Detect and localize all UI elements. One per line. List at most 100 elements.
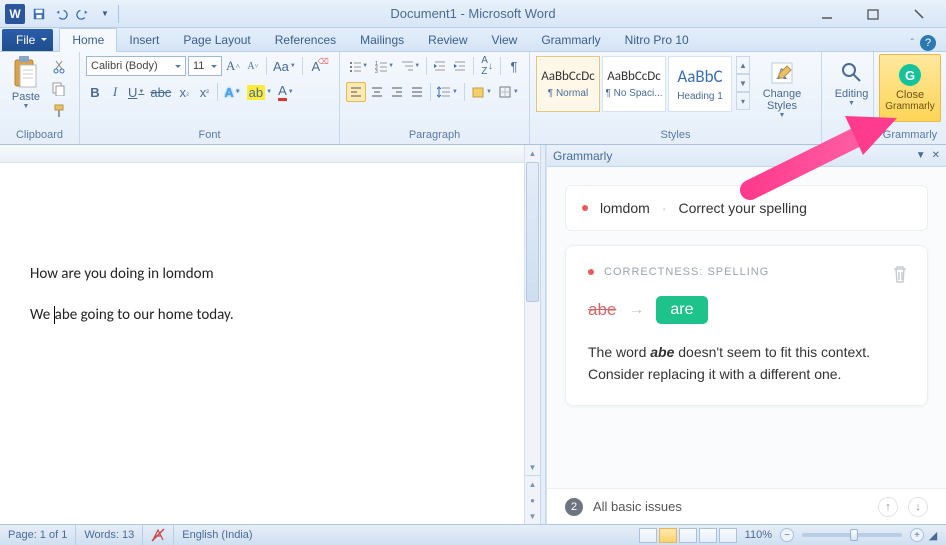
document-paragraph[interactable]: We abe going to our home today. — [30, 304, 494, 327]
issue-card-mini[interactable]: lomdom · Correct your spelling — [565, 185, 928, 231]
gallery-more-icon[interactable]: ▾ — [736, 92, 750, 110]
subscript-icon[interactable]: x₂ — [175, 82, 193, 102]
document-body[interactable]: How are you doing in lomdom We abe going… — [0, 163, 524, 326]
tab-review[interactable]: Review — [416, 29, 479, 51]
scroll-down-icon[interactable]: ▼ — [525, 459, 540, 475]
view-full-screen-icon[interactable] — [659, 528, 677, 543]
zoom-in-icon[interactable]: + — [910, 528, 924, 542]
zoom-out-icon[interactable]: − — [780, 528, 794, 542]
clear-formatting-icon[interactable]: A⌫ — [307, 56, 325, 76]
window-title: Document1 - Microsoft Word — [0, 6, 946, 21]
font-name-combo[interactable]: Calibri (Body) — [86, 56, 186, 76]
line-spacing-icon[interactable]: ▼ — [435, 82, 460, 102]
tab-file[interactable]: File — [2, 29, 53, 51]
grammarly-logo-icon: G — [899, 64, 921, 86]
tab-nitro-pro[interactable]: Nitro Pro 10 — [613, 29, 701, 51]
pane-dropdown-icon[interactable]: ▼ — [916, 150, 926, 161]
bold-icon[interactable]: B — [86, 82, 104, 102]
vertical-scrollbar[interactable]: ▲ ▼ ▲ ● ▼ — [524, 145, 540, 524]
sort-icon[interactable]: AZ↓ — [478, 56, 496, 76]
status-proofing[interactable] — [143, 525, 174, 545]
justify-icon[interactable] — [408, 82, 426, 102]
editing-button[interactable]: Editing ▼ — [835, 56, 869, 107]
bullets-icon[interactable]: ▼ — [346, 56, 370, 76]
paste-label: Paste — [12, 91, 40, 103]
browse-object-icon[interactable]: ● — [525, 492, 540, 508]
word-app-icon[interactable]: W — [5, 4, 25, 24]
zoom-slider[interactable] — [802, 533, 902, 537]
zoom-level[interactable]: 110% — [745, 529, 772, 541]
status-language[interactable]: English (India) — [174, 525, 260, 545]
decrease-indent-icon[interactable] — [431, 56, 449, 76]
tab-home[interactable]: Home — [59, 28, 117, 52]
tab-references[interactable]: References — [263, 29, 348, 51]
gallery-down-icon[interactable]: ▼ — [736, 74, 750, 92]
view-web-layout-icon[interactable] — [679, 528, 697, 543]
prev-page-icon[interactable]: ▲ — [525, 476, 540, 492]
multilevel-list-icon[interactable]: ▼ — [398, 56, 422, 76]
underline-icon[interactable]: U▼ — [126, 82, 146, 102]
undo-icon[interactable] — [50, 3, 72, 25]
text-effects-icon[interactable]: A▼ — [222, 82, 242, 102]
cut-icon[interactable] — [50, 58, 68, 76]
numbering-icon[interactable]: 123▼ — [372, 56, 396, 76]
horizontal-ruler[interactable] — [0, 145, 524, 163]
view-outline-icon[interactable] — [699, 528, 717, 543]
align-center-icon[interactable] — [368, 82, 386, 102]
close-grammarly-button[interactable]: G Close Grammarly — [879, 54, 941, 122]
tab-grammarly[interactable]: Grammarly — [529, 29, 612, 51]
zoom-slider-knob[interactable] — [850, 529, 858, 541]
change-case-icon[interactable]: Aa▼ — [271, 56, 298, 76]
resize-grip-icon[interactable]: ◢ — [926, 529, 940, 542]
maximize-button[interactable] — [860, 4, 886, 24]
paste-button[interactable]: Paste ▼ — [6, 56, 46, 110]
tab-insert[interactable]: Insert — [117, 29, 171, 51]
qat-customize-icon[interactable]: ▼ — [94, 3, 116, 25]
gallery-up-icon[interactable]: ▲ — [736, 56, 750, 74]
suggestion-button[interactable]: are — [656, 296, 707, 324]
redo-icon[interactable] — [72, 3, 94, 25]
pane-close-icon[interactable]: ✕ — [932, 150, 940, 161]
scroll-up-icon[interactable]: ▲ — [525, 145, 540, 161]
document-area[interactable]: How are you doing in lomdom We abe going… — [0, 145, 524, 524]
close-button[interactable] — [906, 4, 932, 24]
format-painter-icon[interactable] — [50, 102, 68, 120]
style-normal[interactable]: AaBbCcDc ¶ Normal — [536, 56, 600, 112]
increase-indent-icon[interactable] — [451, 56, 469, 76]
copy-icon[interactable] — [50, 80, 68, 98]
style-no-spacing[interactable]: AaBbCcDc ¶ No Spaci... — [602, 56, 666, 112]
tab-view[interactable]: View — [480, 29, 530, 51]
scroll-down-icon[interactable]: ↓ — [908, 497, 928, 517]
tab-mailings[interactable]: Mailings — [348, 29, 416, 51]
status-page[interactable]: Page: 1 of 1 — [0, 525, 76, 545]
dismiss-issue-icon[interactable] — [891, 264, 909, 287]
style-heading-1[interactable]: AaBbC Heading 1 — [668, 56, 732, 112]
next-page-icon[interactable]: ▼ — [525, 508, 540, 524]
shading-icon[interactable]: ▼ — [469, 82, 494, 102]
document-paragraph[interactable]: How are you doing in lomdom — [30, 263, 494, 286]
highlight-icon[interactable]: ab▼ — [245, 82, 274, 102]
tab-page-layout[interactable]: Page Layout — [171, 29, 262, 51]
shrink-font-icon[interactable]: A˅ — [244, 56, 262, 76]
superscript-icon[interactable]: x² — [195, 82, 213, 102]
strikethrough-icon[interactable]: abc — [148, 82, 173, 102]
save-icon[interactable] — [28, 3, 50, 25]
status-words[interactable]: Words: 13 — [76, 525, 143, 545]
scrollbar-track[interactable] — [525, 303, 540, 459]
italic-icon[interactable]: I — [106, 82, 124, 102]
help-icon[interactable]: ? — [920, 35, 936, 51]
font-color-icon[interactable]: A▼ — [276, 82, 296, 102]
scroll-up-icon[interactable]: ↑ — [878, 497, 898, 517]
align-right-icon[interactable] — [388, 82, 406, 102]
grow-font-icon[interactable]: A˄ — [224, 56, 242, 76]
view-print-layout-icon[interactable] — [639, 528, 657, 543]
borders-icon[interactable]: ▼ — [496, 82, 521, 102]
view-draft-icon[interactable] — [719, 528, 737, 543]
show-marks-icon[interactable]: ¶ — [505, 56, 523, 76]
minimize-ribbon-icon[interactable]: ˆ — [911, 38, 914, 49]
minimize-button[interactable] — [814, 4, 840, 24]
change-styles-button[interactable]: A Change Styles ▼ — [758, 56, 806, 119]
font-size-combo[interactable]: 11 — [188, 56, 222, 76]
align-left-icon[interactable] — [346, 82, 366, 102]
scrollbar-thumb[interactable] — [526, 162, 539, 302]
